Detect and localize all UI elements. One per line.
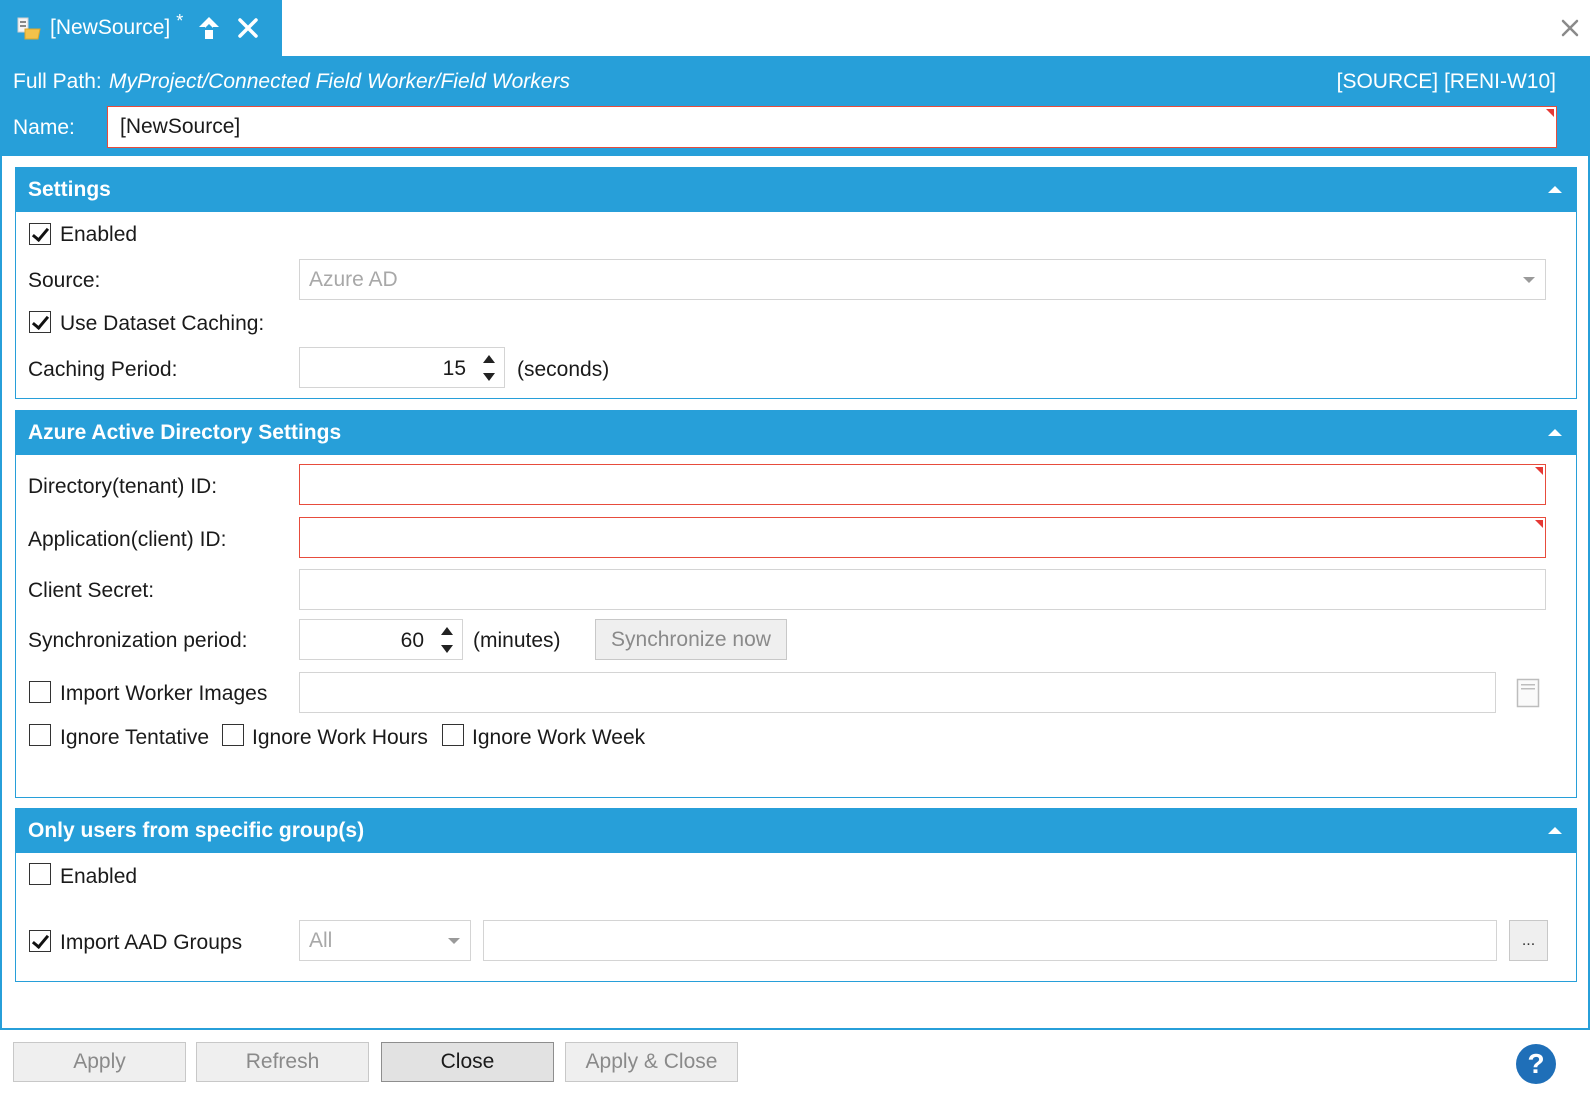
aad-panel-header[interactable]: Azure Active Directory Settings	[16, 411, 1576, 455]
groups-enabled-label: Enabled	[60, 865, 138, 888]
images-path-input[interactable]	[299, 672, 1496, 713]
tab-bar: [NewSource] *	[0, 0, 1590, 56]
help-icon[interactable]: ?	[1516, 1044, 1556, 1084]
chevron-down-icon	[448, 938, 460, 944]
groups-panel-header[interactable]: Only users from specific group(s)	[16, 809, 1576, 853]
chevron-down-icon	[1523, 277, 1535, 283]
caching-period-label: Caching Period:	[28, 358, 178, 381]
import-aad-groups-label: Import AAD Groups	[60, 931, 243, 954]
tenant-id-label: Directory(tenant) ID:	[28, 475, 218, 498]
apply-label: Apply	[73, 1050, 126, 1073]
settings-panel: Settings Enabled Source: Azure AD Use Da…	[15, 167, 1577, 399]
sync-period-unit: (minutes)	[473, 629, 561, 652]
footer-bar: Apply Refresh Close Apply & Close ?	[0, 1028, 1590, 1114]
collapse-icon[interactable]	[1548, 186, 1562, 193]
tab-title: [NewSource]	[50, 16, 171, 39]
client-secret-label: Client Secret:	[28, 579, 155, 602]
dataset-caching-checkbox[interactable]	[29, 311, 51, 333]
apply-and-close-button[interactable]: Apply & Close	[565, 1042, 738, 1082]
ignore-work-week-checkbox[interactable]	[442, 724, 464, 746]
client-id-input[interactable]	[299, 517, 1546, 558]
settings-panel-header[interactable]: Settings	[16, 168, 1576, 212]
source-tag: [SOURCE] [RENI-W10]	[1336, 70, 1556, 93]
document-tab[interactable]: [NewSource] *	[0, 0, 282, 56]
collapse-icon[interactable]	[1548, 429, 1562, 436]
tenant-id-input[interactable]	[299, 464, 1546, 505]
full-path-value: MyProject/Connected Field Worker/Field W…	[109, 70, 570, 93]
sync-period-label: Synchronization period:	[28, 629, 248, 652]
refresh-label: Refresh	[245, 1050, 320, 1073]
content-area: Settings Enabled Source: Azure AD Use Da…	[0, 156, 1590, 1046]
browse-groups-button[interactable]: ...	[1509, 920, 1548, 961]
enabled-checkbox[interactable]	[29, 223, 51, 245]
apply-and-close-label: Apply & Close	[585, 1050, 718, 1073]
sync-period-stepper[interactable]: 60	[299, 619, 463, 660]
synchronize-now-button[interactable]: Synchronize now	[595, 619, 787, 660]
groups-list-input[interactable]	[483, 920, 1497, 961]
name-input[interactable]: [NewSource]	[107, 106, 1557, 148]
name-input-value: [NewSource]	[120, 115, 241, 138]
groups-enabled-checkbox[interactable]	[29, 863, 51, 885]
dataset-caching-label: Use Dataset Caching:	[60, 312, 265, 335]
spin-up-icon[interactable]	[483, 355, 495, 363]
caching-period-stepper[interactable]: 15	[299, 347, 505, 388]
collapse-icon[interactable]	[1548, 827, 1562, 834]
modified-indicator: *	[176, 10, 184, 31]
help-glyph: ?	[1527, 1048, 1545, 1079]
close-button[interactable]: Close	[381, 1042, 554, 1082]
refresh-button[interactable]: Refresh	[196, 1042, 369, 1082]
apply-button[interactable]: Apply	[13, 1042, 186, 1082]
import-aad-groups-checkbox[interactable]	[29, 930, 51, 952]
pin-up-icon[interactable]	[197, 15, 221, 41]
required-marker	[1535, 467, 1543, 475]
datasource-icon	[16, 15, 42, 41]
synchronize-now-label: Synchronize now	[611, 627, 771, 651]
caching-period-value: 15	[442, 357, 466, 380]
import-images-checkbox[interactable]	[29, 681, 51, 703]
source-dropdown[interactable]: Azure AD	[299, 259, 1546, 300]
required-marker	[1535, 520, 1543, 528]
close-icon[interactable]	[237, 17, 259, 39]
aad-panel-title: Azure Active Directory Settings	[28, 421, 342, 444]
spin-down-icon[interactable]	[483, 373, 495, 381]
caching-period-unit: (seconds)	[517, 358, 610, 381]
ignore-tentative-label: Ignore Tentative	[60, 726, 210, 749]
browse-groups-label: ...	[1521, 931, 1536, 949]
groups-panel-title: Only users from specific group(s)	[28, 819, 365, 842]
ignore-tentative-checkbox[interactable]	[29, 724, 51, 746]
required-marker	[1546, 109, 1554, 117]
ignore-work-week-label: Ignore Work Week	[472, 726, 646, 749]
sync-period-value: 60	[400, 629, 424, 652]
name-label: Name:	[13, 116, 75, 139]
import-images-label: Import Worker Images	[60, 682, 268, 705]
client-secret-input[interactable]	[299, 569, 1546, 610]
client-id-label: Application(client) ID:	[28, 528, 227, 551]
source-dropdown-value: Azure AD	[309, 268, 398, 291]
source-label: Source:	[28, 269, 101, 292]
close-label: Close	[440, 1050, 495, 1073]
header-bar: Full Path: MyProject/Connected Field Wor…	[0, 56, 1590, 156]
ignore-work-hours-checkbox[interactable]	[222, 724, 244, 746]
ignore-work-hours-label: Ignore Work Hours	[252, 726, 428, 749]
groups-filter-value: All	[309, 929, 333, 952]
settings-panel-title: Settings	[28, 178, 111, 201]
aad-settings-panel: Azure Active Directory Settings Director…	[15, 410, 1577, 798]
spin-down-icon[interactable]	[441, 645, 453, 653]
full-path-label: Full Path:	[13, 70, 102, 93]
groups-filter-dropdown[interactable]: All	[299, 920, 471, 961]
enabled-label: Enabled	[60, 223, 138, 246]
groups-panel: Only users from specific group(s) Enable…	[15, 808, 1577, 982]
browse-file-icon[interactable]	[1516, 678, 1540, 708]
spin-up-icon[interactable]	[441, 627, 453, 635]
window-close-icon[interactable]	[1558, 16, 1582, 40]
